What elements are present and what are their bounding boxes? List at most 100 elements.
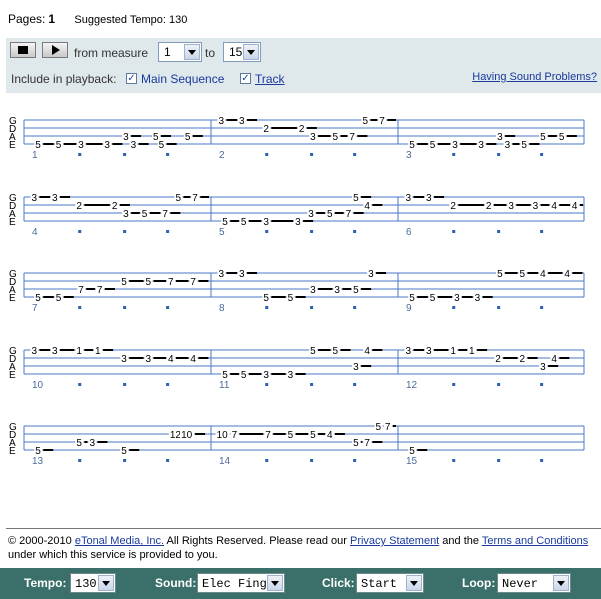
tab-note: 4 (364, 346, 370, 357)
beat-marker (123, 383, 127, 386)
measure-number: 13 (32, 456, 44, 467)
tab-note: 4 (190, 354, 196, 365)
tab-note: 3 (334, 285, 340, 296)
tab-note: 1 (469, 346, 475, 357)
loop-select[interactable]: Never (497, 573, 571, 593)
click-select[interactable]: Start (356, 573, 424, 593)
tab-note: 5 (521, 140, 527, 151)
tab-note: 5 (288, 430, 294, 441)
tab-note: 4 (564, 269, 570, 280)
string-label: E (9, 446, 16, 457)
tab-note: 3 (454, 293, 460, 304)
measure-number: 9 (406, 303, 412, 314)
track-checkbox[interactable]: ✓ (240, 73, 251, 84)
beat-marker (310, 153, 314, 156)
tab-note: 2 (450, 201, 456, 212)
tab-note: 5 (327, 209, 333, 220)
tab-note: 1 (95, 346, 101, 357)
beat-marker (78, 306, 82, 309)
chevron-down-icon (267, 575, 283, 591)
terms-link[interactable]: Terms and Conditions (482, 535, 588, 547)
tab-note: 5 (310, 430, 316, 441)
beat-marker (265, 383, 269, 386)
beat-marker (353, 153, 357, 156)
tab-note: 3 (31, 193, 37, 204)
beat-marker (310, 383, 314, 386)
string-label: E (9, 370, 16, 381)
to-measure-select[interactable]: 15 (223, 42, 261, 62)
play-button[interactable] (42, 42, 68, 58)
company-link[interactable]: eTonal Media, Inc. (75, 535, 164, 547)
beat-marker (497, 383, 501, 386)
stop-icon (18, 46, 28, 54)
footer-divider (6, 528, 601, 529)
chevron-down-icon (243, 44, 259, 60)
tempo-select[interactable]: 130 (70, 573, 116, 593)
tab-note: 3 (218, 116, 224, 127)
measure-number: 15 (406, 456, 418, 467)
measure-number: 14 (219, 456, 231, 467)
measure-number: 6 (406, 227, 412, 238)
main-sequence-checkbox[interactable]: ✓ (126, 73, 137, 84)
play-icon (52, 45, 60, 55)
measure-number: 11 (219, 380, 230, 391)
measure-number: 12 (406, 380, 418, 391)
tab-note: 3 (310, 132, 316, 143)
tab-note: 4 (364, 201, 370, 212)
beat-marker (310, 306, 314, 309)
tab-note: 3 (123, 209, 129, 220)
tab-note: 5 (540, 132, 546, 143)
stop-button[interactable] (10, 42, 36, 58)
beat-marker (353, 459, 357, 462)
tab-note: 3 (263, 217, 269, 228)
sound-value: Elec Fing (202, 577, 267, 591)
tab-note: 7 (265, 430, 271, 441)
loop-value: Never (502, 577, 539, 591)
main-sequence-label[interactable]: Main Sequence (141, 72, 224, 86)
tab-note: 7 (349, 132, 355, 143)
beat-marker (540, 459, 544, 462)
tab-note: 3 (263, 370, 269, 381)
beat-marker (166, 153, 170, 156)
tab-note: 3 (405, 346, 411, 357)
tab-row: GDAE7 8 95 57 75 5 7 73 35 53 3 535 5 3 35 5 4 4 (9, 268, 585, 314)
tab-note: 5 (430, 140, 436, 151)
tab-note: 3 (405, 193, 411, 204)
tab-note: 5 (146, 277, 152, 288)
beat-marker (497, 230, 501, 233)
tab-note: 4 (540, 269, 546, 280)
tab-note: 5 (409, 446, 415, 457)
tab-note: 5 (430, 293, 436, 304)
tab-note: 3 (239, 116, 245, 127)
tab-note: 5 (35, 446, 41, 457)
tab-note: 3 (218, 269, 224, 280)
sound-problems-link[interactable]: Having Sound Problems? (472, 71, 597, 83)
tab-note: 3 (239, 269, 245, 280)
tab-note: 5 (222, 370, 228, 381)
tab-note: 5 (241, 217, 247, 228)
beat-marker (497, 306, 501, 309)
beat-marker (497, 459, 501, 462)
beat-marker (123, 306, 127, 309)
tab-note: 5 (520, 269, 526, 280)
beat-marker (265, 459, 269, 462)
tab-note: 4 (551, 354, 557, 365)
tab-note: 5 (142, 209, 148, 220)
tab-note: 2 (263, 124, 269, 135)
track-link[interactable]: Track (255, 72, 285, 86)
beat-marker (78, 459, 82, 462)
tab-note: 5 (288, 293, 294, 304)
tab-note: 5 (409, 293, 415, 304)
tab-note: 12 (170, 430, 182, 441)
sound-select[interactable]: Elec Fing (197, 573, 285, 593)
tab-note: 5 (56, 140, 62, 151)
tab-note: 3 (540, 362, 546, 373)
tab-note: 5 (185, 132, 191, 143)
from-measure-select[interactable]: 1 (158, 42, 202, 62)
tab-note: 7 (379, 116, 385, 127)
privacy-link[interactable]: Privacy Statement (350, 535, 439, 547)
tab-note: 3 (295, 217, 301, 228)
tab-note: 3 (497, 132, 503, 143)
tab-note: 3 (31, 346, 37, 357)
tab-note: 3 (310, 285, 316, 296)
